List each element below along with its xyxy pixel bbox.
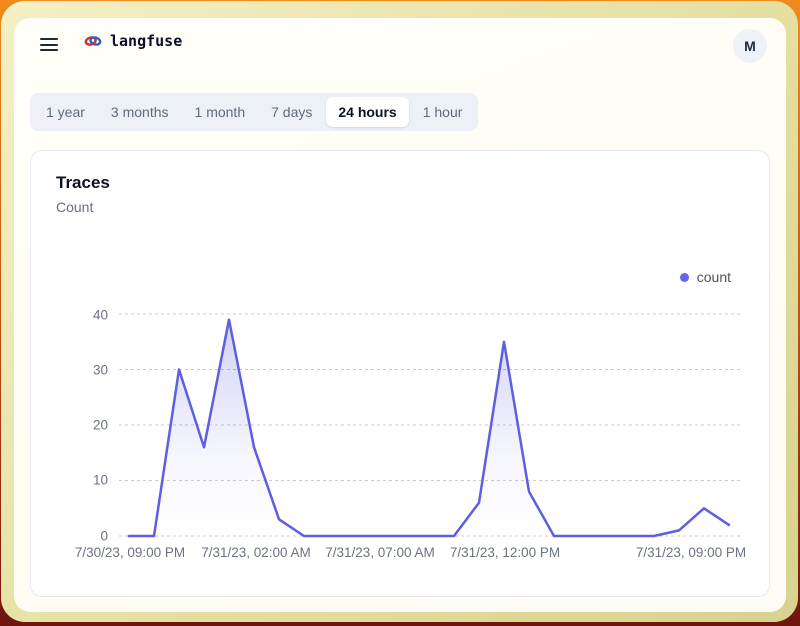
tab-24-hours[interactable]: 24 hours <box>326 97 408 127</box>
y-tick-10: 10 <box>93 473 108 488</box>
legend-label: count <box>697 269 731 285</box>
x-tick-1: 7/31/23, 02:00 AM <box>201 545 311 560</box>
brand[interactable]: langfuse <box>84 32 182 50</box>
langfuse-knot-logo-icon <box>84 33 102 49</box>
tab-7-days[interactable]: 7 days <box>259 97 324 127</box>
x-tick-2: 7/31/23, 07:00 AM <box>325 545 435 560</box>
hamburger-menu-icon[interactable] <box>40 38 58 51</box>
app-page: langfuse M 1 year 3 months 1 month 7 day… <box>14 18 786 612</box>
card-title: Traces <box>56 173 110 193</box>
y-tick-20: 20 <box>93 418 108 433</box>
y-axis: 40 30 20 10 0 <box>31 311 108 541</box>
y-tick-0: 0 <box>100 529 108 544</box>
time-range-tabs: 1 year 3 months 1 month 7 days 24 hours … <box>30 93 478 131</box>
x-tick-0: 7/30/23, 09:00 PM <box>75 545 185 560</box>
x-tick-4: 7/31/23, 09:00 PM <box>636 545 746 560</box>
tab-1-month[interactable]: 1 month <box>183 97 258 127</box>
traces-chart-card: Traces Count count 40 30 20 10 0 <box>30 150 770 597</box>
y-tick-40: 40 <box>93 308 108 323</box>
tab-1-hour[interactable]: 1 hour <box>411 97 475 127</box>
screenshot-canvas: langfuse M 1 year 3 months 1 month 7 day… <box>0 0 800 626</box>
x-tick-3: 7/31/23, 12:00 PM <box>450 545 560 560</box>
legend-item-count[interactable]: count <box>680 269 731 285</box>
y-tick-30: 30 <box>93 363 108 378</box>
user-avatar[interactable]: M <box>733 29 767 63</box>
legend-dot-icon <box>680 273 689 282</box>
x-axis: 7/30/23, 09:00 PM 7/31/23, 02:00 AM 7/31… <box>116 545 776 565</box>
brand-name: langfuse <box>110 32 182 50</box>
traces-area-chart <box>116 311 746 541</box>
tab-3-months[interactable]: 3 months <box>99 97 181 127</box>
card-subtitle: Count <box>56 199 93 215</box>
count-area-fill <box>129 320 729 536</box>
tab-1-year[interactable]: 1 year <box>34 97 97 127</box>
